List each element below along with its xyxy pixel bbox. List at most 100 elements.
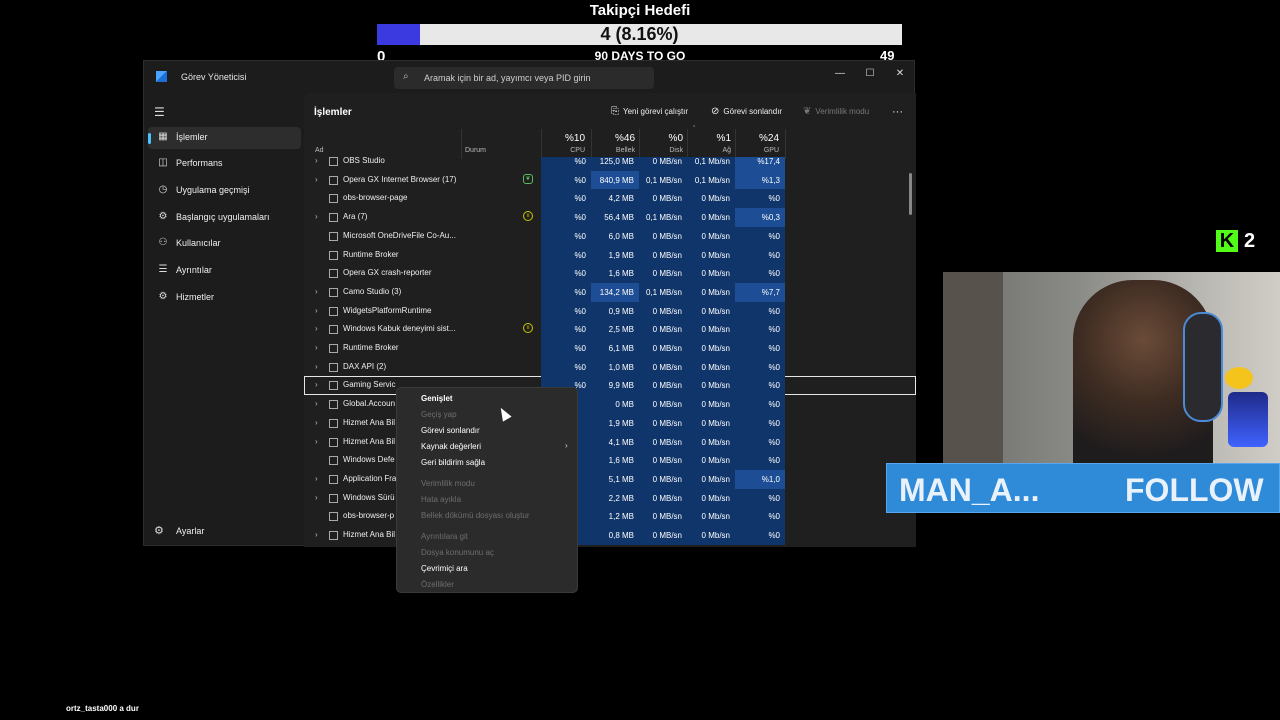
process-row[interactable]: › Ara (7) ıı %0 56,4 MB 0,1 MB/sn 0 Mb/sn %0,3 xyxy=(304,208,916,228)
menu-item-resource-values[interactable]: Kaynak değerleri xyxy=(421,442,481,451)
scrollbar-thumb[interactable] xyxy=(909,173,912,215)
disk-cell: 0 MB/sn xyxy=(639,507,687,527)
expand-chevron-icon[interactable]: › xyxy=(315,287,318,296)
expand-chevron-icon[interactable]: › xyxy=(315,306,318,315)
menu-item-search-online[interactable]: Çevrimiçi ara xyxy=(421,564,468,573)
memory-cell: 56,4 MB xyxy=(591,208,639,228)
disk-cell: 0 MB/sn xyxy=(639,339,687,358)
expand-chevron-icon[interactable]: › xyxy=(315,362,318,371)
column-network[interactable]: Ağ xyxy=(687,147,731,154)
expand-chevron-icon[interactable]: › xyxy=(315,530,318,539)
run-new-task-button[interactable]: ⎘ Yeni görevi çalıştır xyxy=(611,103,688,121)
goal-title: Takipçi Hedefi xyxy=(589,2,691,19)
sidebar-item-services[interactable]: ⚙ Hizmetler xyxy=(148,287,301,309)
process-icon xyxy=(329,325,338,335)
process-icon xyxy=(329,437,338,447)
sidebar-item-startup[interactable]: ⚙ Başlangıç uygulamaları xyxy=(148,207,301,229)
sidebar-item-performance[interactable]: ◫ Performans xyxy=(148,153,301,175)
expand-chevron-icon[interactable]: › xyxy=(315,175,318,184)
process-row[interactable]: Runtime Broker %0 1,9 MB 0 MB/sn 0 Mb/sn %0 xyxy=(304,245,916,265)
column-network-pct[interactable]: %1 xyxy=(687,133,731,144)
menu-item-expand[interactable]: Genişlet xyxy=(421,394,453,403)
sidebar-item-app-history[interactable]: ◷ Uygulama geçmişi xyxy=(148,180,301,202)
disk-cell: 0 MB/sn xyxy=(639,357,687,377)
active-indicator xyxy=(148,133,151,144)
process-row[interactable]: › OBS Studio %0 125,0 MB 0 MB/sn 0,1 Mb/sn %17… xyxy=(304,157,916,171)
column-cpu-pct[interactable]: %10 xyxy=(541,133,585,144)
expand-chevron-icon[interactable]: › xyxy=(315,399,318,408)
process-row[interactable]: obs-browser-page %0 4,2 MB 0 MB/sn 0 Mb/sn %0 xyxy=(304,189,916,209)
maximize-button[interactable]: ☐ xyxy=(856,65,884,83)
expand-chevron-icon[interactable]: › xyxy=(315,474,318,483)
column-memory-pct[interactable]: %46 xyxy=(591,133,635,144)
memory-cell: 0 MB xyxy=(591,395,639,415)
gpu-cell: %1,0 xyxy=(735,469,785,489)
menu-item-feedback[interactable]: Geri bildirim sağla xyxy=(421,458,485,467)
process-icon xyxy=(329,175,338,185)
end-task-button[interactable]: ⊘ Görevi sonlandır xyxy=(711,103,782,121)
expand-chevron-icon[interactable]: › xyxy=(315,418,318,427)
disk-cell: 0 MB/sn xyxy=(639,157,687,171)
title-bar[interactable]: Görev Yöneticisi ⌕ — ☐ ✕ xyxy=(144,61,916,93)
process-row[interactable]: › DAX API (2) %0 1,0 MB 0 MB/sn 0 Mb/sn %0 xyxy=(304,357,916,377)
network-cell: 0 Mb/sn xyxy=(687,189,735,209)
cpu-cell: %0 xyxy=(541,245,591,265)
viewer-count: 2 xyxy=(1244,230,1256,252)
column-disk[interactable]: Disk xyxy=(639,147,683,154)
rubber-duck xyxy=(1225,367,1253,389)
process-row[interactable]: › Opera GX Internet Browser (17) ❦ %0 840,9 … xyxy=(304,170,916,190)
efficiency-mode-button[interactable]: ❦ Verimlilik modu xyxy=(803,103,869,121)
memory-cell: 1,0 MB xyxy=(591,357,639,377)
column-status[interactable]: Durum xyxy=(465,147,486,154)
memory-cell: 2,2 MB xyxy=(591,488,639,508)
process-icon xyxy=(329,362,338,372)
sidebar-item-processes[interactable]: ▦ İşlemler xyxy=(148,127,301,149)
network-cell: 0 Mb/sn xyxy=(687,469,735,489)
column-name[interactable]: Ad xyxy=(315,147,324,154)
settings-label[interactable]: Ayarlar xyxy=(176,526,204,536)
network-cell: 0 Mb/sn xyxy=(687,376,735,396)
column-cpu[interactable]: CPU xyxy=(541,147,585,154)
settings-gear-icon[interactable]: ⚙ xyxy=(154,524,164,537)
expand-chevron-icon[interactable]: › xyxy=(315,380,318,389)
network-cell: 0 Mb/sn xyxy=(687,488,735,508)
hamburger-menu-icon[interactable]: ☰ xyxy=(154,105,165,119)
expand-chevron-icon[interactable]: › xyxy=(315,212,318,221)
process-row[interactable]: › WidgetsPlatformRuntime %0 0,9 MB 0 MB/sn 0 … xyxy=(304,301,916,321)
cpu-cell: %0 xyxy=(541,301,591,321)
column-gpu[interactable]: GPU xyxy=(735,147,779,154)
more-options-button[interactable]: ··· xyxy=(892,103,903,121)
network-cell: 0 Mb/sn xyxy=(687,264,735,284)
process-row[interactable]: › Windows Kabuk deneyimi sist... ıı %0 2,5 M… xyxy=(304,320,916,340)
expand-chevron-icon[interactable]: › xyxy=(315,493,318,502)
process-row[interactable]: › Runtime Broker %0 6,1 MB 0 MB/sn 0 Mb/sn %0 xyxy=(304,339,916,358)
column-gpu-pct[interactable]: %24 xyxy=(735,133,779,144)
network-cell: 0 Mb/sn xyxy=(687,432,735,452)
disk-cell: 0 MB/sn xyxy=(639,189,687,209)
end-task-icon: ⊘ xyxy=(711,106,720,117)
cpu-cell: %0 xyxy=(541,282,591,302)
disk-cell: 0,1 MB/sn xyxy=(639,170,687,190)
webcam-background-shelf xyxy=(943,272,1003,464)
memory-cell: 4,2 MB xyxy=(591,189,639,209)
process-icon xyxy=(329,250,338,260)
search-input[interactable] xyxy=(424,70,649,86)
column-disk-pct[interactable]: %0 xyxy=(639,133,683,144)
menu-item-end-task[interactable]: Görevi sonlandır xyxy=(421,426,480,435)
process-row[interactable]: › Camo Studio (3) %0 134,2 MB 0,1 MB/sn 0 Mb/… xyxy=(304,282,916,302)
process-row[interactable]: Opera GX crash-reporter %0 1,6 MB 0 MB/sn 0 … xyxy=(304,264,916,284)
expand-chevron-icon[interactable]: › xyxy=(315,157,318,165)
gpu-cell: %0 xyxy=(735,264,785,284)
expand-chevron-icon[interactable]: › xyxy=(315,437,318,446)
expand-chevron-icon[interactable]: › xyxy=(315,343,318,352)
process-icon xyxy=(329,381,338,391)
search-box[interactable]: ⌕ xyxy=(394,67,654,89)
column-memory[interactable]: Bellek xyxy=(591,147,635,154)
minimize-button[interactable]: — xyxy=(826,65,854,83)
sidebar-item-label: Uygulama geçmişi xyxy=(176,185,250,195)
sidebar-item-details[interactable]: ☰ Ayrıntılar xyxy=(148,260,301,282)
process-row[interactable]: Microsoft OneDriveFile Co-Au... %0 6,0 MB 0… xyxy=(304,226,916,246)
sidebar-item-users[interactable]: ⚇ Kullanıcılar xyxy=(148,233,301,255)
expand-chevron-icon[interactable]: › xyxy=(315,324,318,333)
close-button[interactable]: ✕ xyxy=(886,65,914,83)
